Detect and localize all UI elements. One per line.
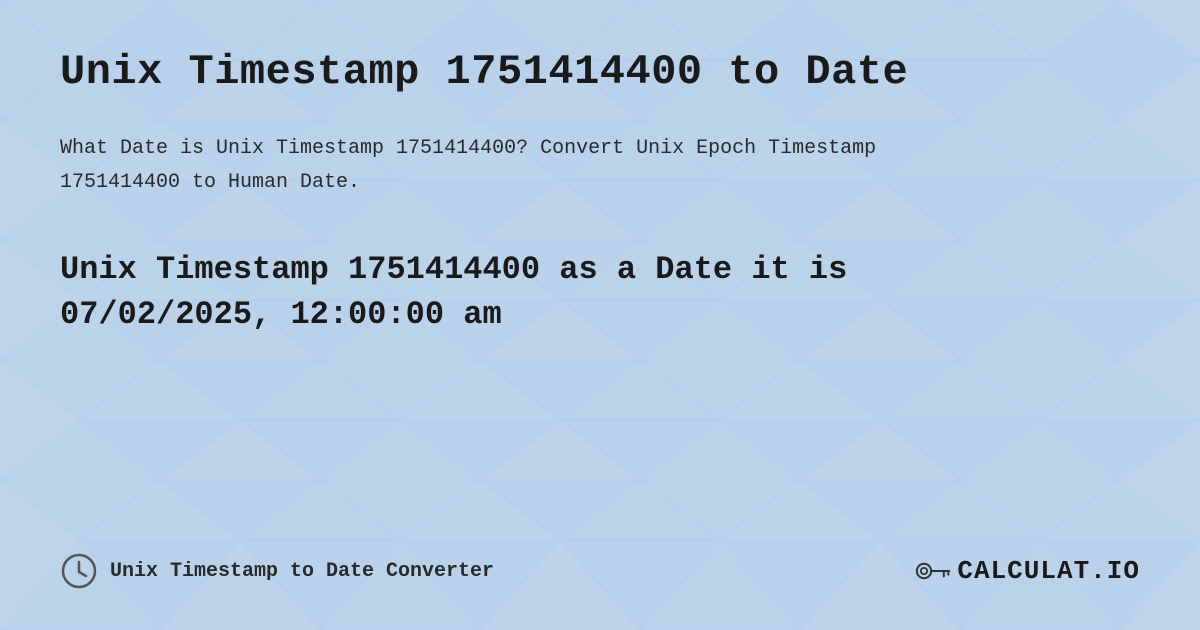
result-section: Unix Timestamp 1751414400 as a Date it i… — [60, 248, 1140, 338]
page-description: What Date is Unix Timestamp 1751414400? … — [60, 132, 960, 200]
footer: Unix Timestamp to Date Converter CALCULA… — [60, 552, 1140, 590]
logo-text: CALCULAT.IO — [957, 556, 1140, 586]
clock-icon — [60, 552, 98, 590]
result-text: Unix Timestamp 1751414400 as a Date it i… — [60, 248, 1010, 338]
page-title: Unix Timestamp 1751414400 to Date — [60, 48, 1140, 96]
logo-icon — [915, 553, 951, 589]
footer-link-text: Unix Timestamp to Date Converter — [110, 560, 494, 583]
logo-area[interactable]: CALCULAT.IO — [915, 553, 1140, 589]
footer-link[interactable]: Unix Timestamp to Date Converter — [60, 552, 494, 590]
